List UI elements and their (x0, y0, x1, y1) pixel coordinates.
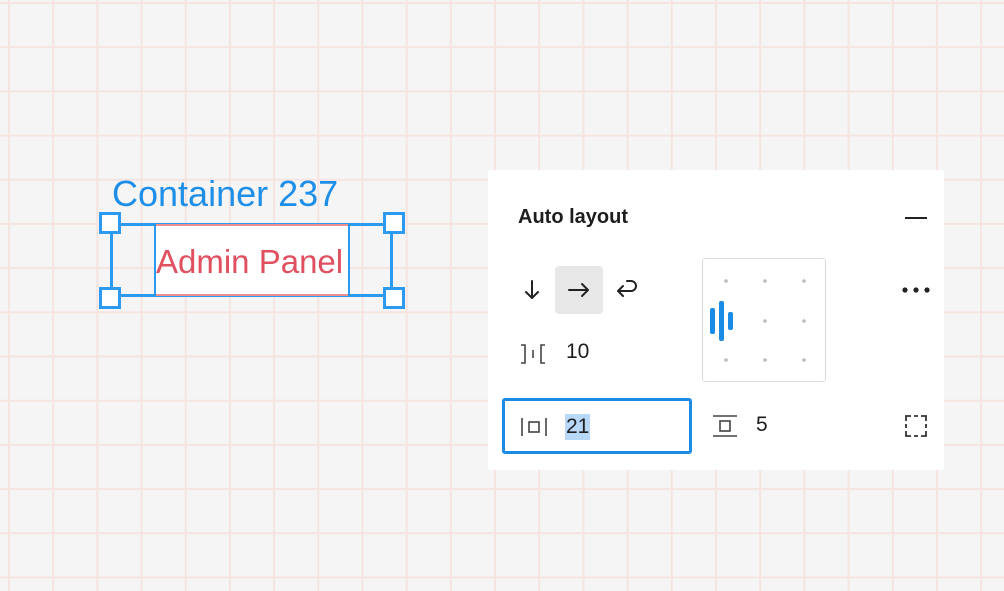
align-dot-center-right (802, 319, 806, 323)
resize-handle-bottom-left[interactable] (99, 287, 121, 309)
auto-layout-panel: Auto layout 10 21 5 (488, 170, 944, 470)
direction-vertical-button[interactable] (508, 266, 556, 314)
direction-wrap-button[interactable] (603, 266, 651, 314)
horizontal-padding-field[interactable]: 21 (502, 398, 692, 454)
remove-auto-layout-button[interactable] (902, 208, 930, 228)
resize-handle-bottom-right[interactable] (383, 287, 405, 309)
panel-title: Auto layout (518, 206, 628, 228)
horizontal-padding-value[interactable]: 21 (565, 414, 591, 440)
more-options-icon[interactable] (898, 278, 934, 302)
alignment-grid-graphic (710, 279, 806, 362)
align-dot-center-center (763, 319, 767, 323)
align-dot-bottom-right (802, 358, 806, 362)
align-selected-left-center-icon (710, 301, 733, 341)
frame-name-label[interactable]: Container 237 (112, 172, 338, 216)
vertical-padding-input[interactable]: 5 (756, 413, 768, 437)
align-dot-bottom-center (763, 358, 767, 362)
resize-handle-top-left[interactable] (99, 212, 121, 234)
horizontal-arrow-icon (568, 283, 589, 297)
gap-between-items-input[interactable]: 10 (566, 340, 589, 364)
vertical-arrow-icon (525, 280, 539, 299)
align-dot-top-center (763, 279, 767, 283)
resize-handle-top-right[interactable] (383, 212, 405, 234)
wrap-arrow-icon (617, 280, 637, 297)
align-dot-top-left (724, 279, 728, 283)
direction-horizontal-button[interactable] (555, 266, 603, 314)
individual-padding-icon[interactable] (902, 412, 930, 440)
vertical-padding-icon (713, 415, 737, 437)
alignment-grid[interactable] (702, 258, 826, 382)
horizontal-padding-icon (521, 418, 547, 436)
gap-between-items-icon (521, 344, 545, 364)
child-text-layer[interactable]: Admin Panel (156, 242, 352, 282)
align-dot-bottom-left (724, 358, 728, 362)
align-dot-top-right (802, 279, 806, 283)
